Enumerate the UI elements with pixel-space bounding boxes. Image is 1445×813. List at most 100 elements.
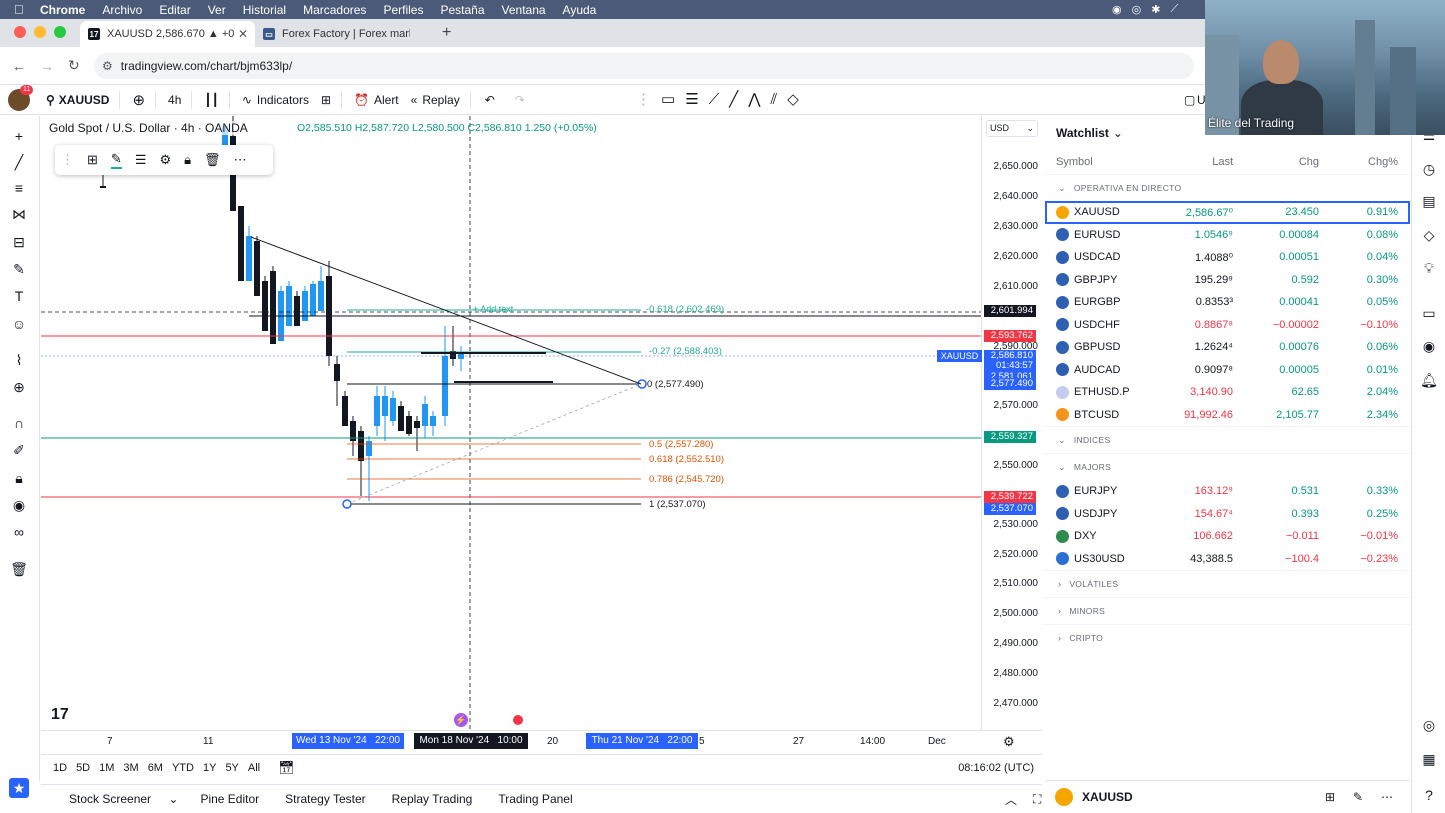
watchlist-row[interactable]: US30USD 43,388.5 −100.4 −0.23% [1045, 548, 1410, 571]
new-tab-icon[interactable]: + [442, 24, 451, 42]
column-symbol[interactable]: Symbol [1056, 156, 1093, 168]
bluetooth-icon[interactable]: ✱ [1151, 3, 1160, 16]
wifi-off-icon[interactable]: ⟋ [1170, 3, 1178, 16]
site-settings-icon[interactable]: ⚙ [102, 59, 113, 73]
rectangle-tool-icon[interactable]: ▭ [661, 90, 675, 108]
notifications-bell-icon[interactable]: 🔔︎ [1420, 371, 1438, 389]
range-ytd[interactable]: YTD [172, 762, 194, 774]
forward-icon[interactable]: → [40, 58, 56, 74]
watchlist-row[interactable]: ETHUSD.P 3,140.90 62.65 2.04% [1045, 381, 1410, 404]
line-style-icon[interactable]: ☰ [135, 152, 147, 168]
watchlist-row[interactable]: USDCAD 1.4088⁰ 0.00051 0.04% [1045, 246, 1410, 269]
menu-archivo[interactable]: Archivo [102, 3, 142, 17]
range-3m[interactable]: 3M [123, 762, 138, 774]
magnet-icon[interactable]: ∩ [9, 413, 29, 433]
column-last[interactable]: Last [1212, 156, 1233, 168]
redo-icon[interactable]: ↷ [515, 93, 525, 107]
chart-canvas[interactable] [41, 116, 981, 730]
undo-icon[interactable]: ↶ [485, 93, 495, 107]
goto-date-icon[interactable]: 📅︎ [278, 760, 295, 776]
browser-tab-forexfactory[interactable]: ▭ Forex Factory | Forex markets [255, 21, 430, 47]
crosshair-icon[interactable]: + [9, 126, 29, 146]
interval-button[interactable]: 4h [168, 93, 181, 107]
menu-historial[interactable]: Historial [243, 3, 286, 17]
column-chg[interactable]: Chg [1299, 156, 1319, 168]
replay-button[interactable]: « Replay [411, 93, 460, 107]
drag-handle-icon[interactable]: ⋮ [61, 152, 74, 168]
delete-icon[interactable]: 🗑︎ [204, 152, 221, 168]
watchlist-section[interactable]: ⌄ OPERATIVA EN DIRECTO [1045, 174, 1410, 201]
tab-stock-screener[interactable]: Stock Screener ⌄ [55, 792, 178, 806]
currency-select[interactable]: USD ⌄ [986, 120, 1038, 137]
range-1m[interactable]: 1M [99, 762, 114, 774]
menu-pestana[interactable]: Pestaña [440, 3, 484, 17]
watchlist-row[interactable]: GBPUSD 1.2624⁴ 0.00076 0.06% [1045, 336, 1410, 359]
details-symbol[interactable]: XAUUSD [1082, 790, 1133, 804]
symbol-search-button[interactable]: ⚲ XAUUSD [46, 93, 109, 107]
settings-icon[interactable]: ⚙ [159, 152, 171, 168]
candles-icon[interactable]: ┃┃ [204, 93, 218, 107]
zoom-window-button[interactable] [54, 26, 66, 38]
pencil-color-icon[interactable]: ✎ [110, 151, 122, 169]
menu-marcadores[interactable]: Marcadores [303, 3, 366, 17]
layers-icon[interactable]: ◇ [1420, 226, 1438, 244]
chat-icon[interactable]: ▭ [1420, 304, 1438, 322]
help-icon[interactable]: ? [1420, 786, 1438, 804]
column-chg-pct[interactable]: Chg% [1368, 156, 1398, 168]
pattern-icon[interactable]: ⋈ [9, 204, 29, 224]
watchlist-section[interactable]: › MINORS [1045, 597, 1410, 624]
minimize-window-button[interactable] [34, 26, 46, 38]
zoom-icon[interactable]: ⊕ [9, 377, 29, 397]
record-icon[interactable]: ◉ [1112, 3, 1122, 16]
watchlist-row[interactable]: EURJPY 163.12⁹ 0.531 0.33% [1045, 480, 1410, 503]
tab-strategy-tester[interactable]: Strategy Tester [285, 792, 365, 806]
chart-legend-title[interactable]: Gold Spot / U.S. Dollar · 4h · OANDA [49, 121, 248, 135]
menu-editar[interactable]: Editar [159, 3, 190, 17]
favorites-star-icon[interactable]: ★ [9, 778, 29, 798]
grid-icon[interactable]: ⊞ [1325, 790, 1335, 804]
indicators-button[interactable]: ∿ Indicators [242, 93, 309, 107]
tab-replay-trading[interactable]: Replay Trading [392, 792, 473, 806]
watchlist-row[interactable]: EURUSD 1.0546⁹ 0.00084 0.08% [1045, 224, 1410, 247]
menu-ventana[interactable]: Ventana [502, 3, 546, 17]
range-5d[interactable]: 5D [76, 762, 90, 774]
watchlist-row[interactable]: USDCHF 0.8867⁸ −0.00002 −0.10% [1045, 314, 1410, 337]
ideas-bulb-icon[interactable]: 💡︎ [1420, 259, 1438, 277]
more-icon[interactable]: ⋯ [1381, 790, 1393, 804]
tab-pine-editor[interactable]: Pine Editor [200, 792, 259, 806]
close-window-button[interactable] [14, 26, 26, 38]
brush-icon[interactable]: ✎ [9, 259, 29, 279]
watchlist-row[interactable]: BTCUSD 91,992.46 2,105.77 2.34% [1045, 404, 1410, 427]
trash-icon[interactable]: 🗑︎ [9, 559, 29, 579]
back-icon[interactable]: ← [12, 58, 28, 74]
range-all[interactable]: All [248, 762, 260, 774]
fullscreen-icon[interactable]: ▢ [1184, 93, 1195, 107]
trend-line-tool-icon[interactable]: ╱ [729, 90, 738, 108]
compare-symbol-icon[interactable]: ⊕ [132, 91, 145, 109]
price-scale[interactable]: USD ⌄ 2,650.000 2,640.000 2,630.000 2,620.00… [981, 116, 1042, 730]
maximize-panel-icon[interactable]: ⛶ [1033, 792, 1041, 807]
chart-pane[interactable]: Gold Spot / U.S. Dollar · 4h · OANDA O2,… [41, 116, 981, 730]
fib-retracement-tool-icon[interactable]: ☰ [685, 90, 698, 108]
add-text-label[interactable]: + Add text [473, 304, 513, 314]
watchlist-row[interactable]: EURGBP 0.8353³ 0.00041 0.05% [1045, 291, 1410, 314]
menu-ayuda[interactable]: Ayuda [563, 3, 597, 17]
more-icon[interactable]: ⋯ [234, 152, 247, 168]
dom-target-icon[interactable]: ◎ [1420, 716, 1438, 734]
pattern-tool-icon[interactable]: ◇ [787, 90, 799, 108]
layouts-icon[interactable]: ⊞ [321, 93, 331, 107]
user-icon[interactable]: ◎ [1132, 3, 1142, 16]
watchlist-section[interactable]: ⌄ INDICES [1045, 426, 1410, 453]
emoji-icon[interactable]: ☺ [9, 314, 29, 334]
reload-icon[interactable]: ↻ [68, 57, 84, 74]
trend-line-icon[interactable]: ╱ [9, 152, 29, 172]
watchlist-section[interactable]: ⌄ MAJORS [1045, 453, 1410, 480]
collapse-up-icon[interactable]: ︿ [1005, 791, 1017, 808]
object-tree-icon[interactable]: ▤ [1420, 192, 1438, 210]
avatar[interactable]: 11 [8, 84, 34, 111]
range-5y[interactable]: 5Y [225, 762, 238, 774]
fib-icon[interactable]: ≡ [9, 178, 29, 198]
menu-chrome[interactable]: Chrome [40, 3, 85, 17]
clock-label[interactable]: 08:16:02 (UTC) [958, 762, 1034, 774]
projection-icon[interactable]: ⊟ [9, 232, 29, 252]
